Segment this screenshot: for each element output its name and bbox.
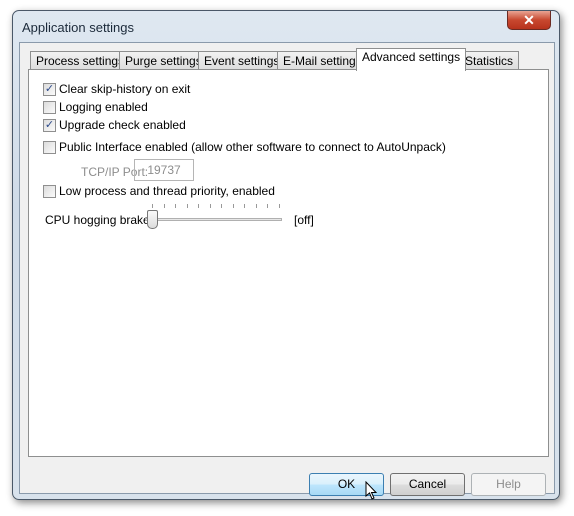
cpu-brake-label: CPU hogging brake bbox=[45, 213, 150, 227]
checkbox-checked-icon: ✓ bbox=[43, 118, 56, 132]
settings-dialog: Application settings ✕ Process settings … bbox=[12, 10, 560, 500]
checkbox-label: Upgrade check enabled bbox=[59, 118, 186, 132]
slider-tick bbox=[278, 204, 280, 208]
tab-process-settings[interactable]: Process settings bbox=[30, 51, 131, 70]
client-area: Process settings Purge settings Event se… bbox=[19, 42, 555, 500]
cpu-brake-slider-thumb[interactable] bbox=[147, 210, 158, 229]
tab-event-settings[interactable]: Event settings bbox=[198, 51, 286, 70]
mouse-cursor-icon bbox=[365, 481, 378, 500]
cpu-brake-slider-track[interactable] bbox=[145, 218, 282, 221]
clear-skip-history-checkbox[interactable]: ✓ Clear skip-history on exit bbox=[43, 82, 190, 96]
slider-tick bbox=[221, 204, 222, 208]
tab-purge-settings[interactable]: Purge settings bbox=[119, 51, 208, 70]
close-button[interactable]: ✕ bbox=[507, 11, 551, 30]
slider-tick bbox=[267, 204, 268, 208]
tab-email-settings[interactable]: E-Mail settings bbox=[277, 51, 368, 70]
checkbox-icon bbox=[43, 100, 56, 114]
slider-tick bbox=[255, 204, 257, 208]
checkbox-icon bbox=[43, 184, 56, 198]
checkbox-label: Clear skip-history on exit bbox=[59, 82, 191, 96]
slider-tick bbox=[209, 204, 211, 208]
close-icon: ✕ bbox=[523, 12, 535, 28]
slider-tick bbox=[152, 204, 153, 208]
upgrade-check-checkbox[interactable]: ✓ Upgrade check enabled bbox=[43, 118, 186, 132]
slider-tick bbox=[163, 204, 165, 208]
low-priority-checkbox[interactable]: Low process and thread priority, enabled bbox=[43, 184, 275, 198]
checkbox-icon bbox=[43, 140, 56, 154]
checkbox-label: Low process and thread priority, enabled bbox=[59, 184, 275, 198]
logging-enabled-checkbox[interactable]: Logging enabled bbox=[43, 100, 148, 114]
slider-tick bbox=[186, 204, 188, 208]
slider-tick bbox=[175, 204, 176, 208]
window-title: Application settings bbox=[22, 20, 135, 35]
slider-tick bbox=[244, 204, 245, 208]
slider-tick bbox=[198, 204, 199, 208]
public-interface-checkbox[interactable]: Public Interface enabled (allow other so… bbox=[43, 140, 446, 154]
slider-tick bbox=[232, 204, 234, 208]
cpu-brake-value: [off] bbox=[294, 213, 314, 227]
checkbox-label: Logging enabled bbox=[59, 100, 148, 114]
help-button[interactable]: Help bbox=[471, 473, 546, 496]
tcp-port-input[interactable]: 19737 bbox=[134, 159, 194, 181]
tab-statistics[interactable]: Statistics bbox=[459, 51, 520, 70]
checkbox-checked-icon: ✓ bbox=[43, 82, 56, 96]
checkbox-label: Public Interface enabled (allow other so… bbox=[59, 140, 446, 154]
tab-advanced-settings[interactable]: Advanced settings bbox=[356, 48, 467, 71]
advanced-settings-panel: ✓ Clear skip-history on exit Logging enab… bbox=[28, 69, 549, 457]
cancel-button[interactable]: Cancel bbox=[390, 473, 465, 496]
